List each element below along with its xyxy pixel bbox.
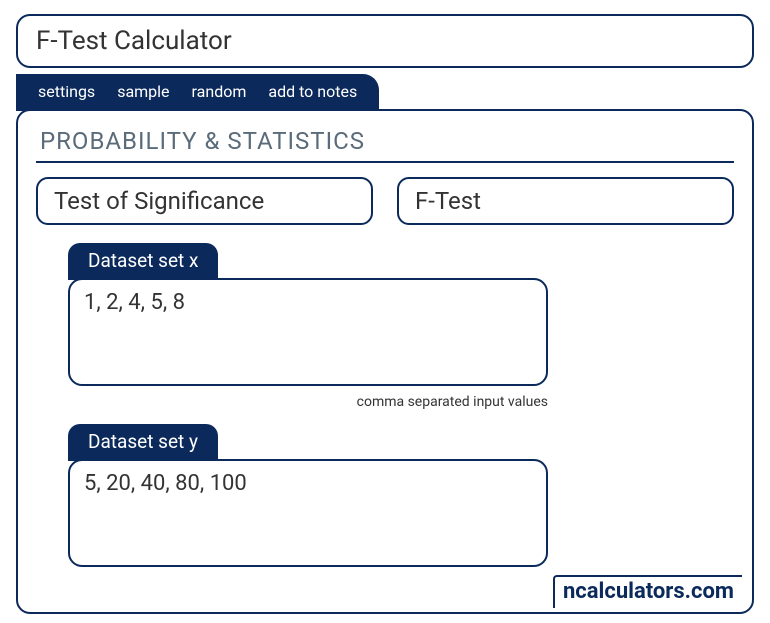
- tab-random[interactable]: random: [192, 82, 247, 101]
- dataset-x-block: Dataset set x comma separated input valu…: [68, 243, 548, 410]
- tab-settings[interactable]: settings: [38, 82, 95, 101]
- selects-row: Test of Significance F-Test: [36, 177, 734, 225]
- tab-add-to-notes[interactable]: add to notes: [268, 82, 357, 101]
- dataset-x-hint: comma separated input values: [68, 394, 548, 410]
- dataset-y-block: Dataset set y: [68, 424, 548, 571]
- test-select[interactable]: F-Test: [397, 177, 734, 225]
- watermark: ncalculators.com: [553, 575, 742, 608]
- category-select[interactable]: Test of Significance: [36, 177, 373, 225]
- tabs-bar: settings sample random add to notes: [16, 74, 379, 111]
- section-heading: PROBABILITY & STATISTICS: [36, 125, 734, 163]
- dataset-y-label: Dataset set y: [68, 424, 218, 461]
- tab-sample[interactable]: sample: [117, 82, 169, 101]
- page-title: F-Test Calculator: [16, 14, 754, 68]
- dataset-y-input[interactable]: [68, 459, 548, 567]
- dataset-x-label: Dataset set x: [68, 243, 218, 280]
- dataset-x-input[interactable]: [68, 278, 548, 386]
- main-panel: PROBABILITY & STATISTICS Test of Signifi…: [16, 109, 754, 614]
